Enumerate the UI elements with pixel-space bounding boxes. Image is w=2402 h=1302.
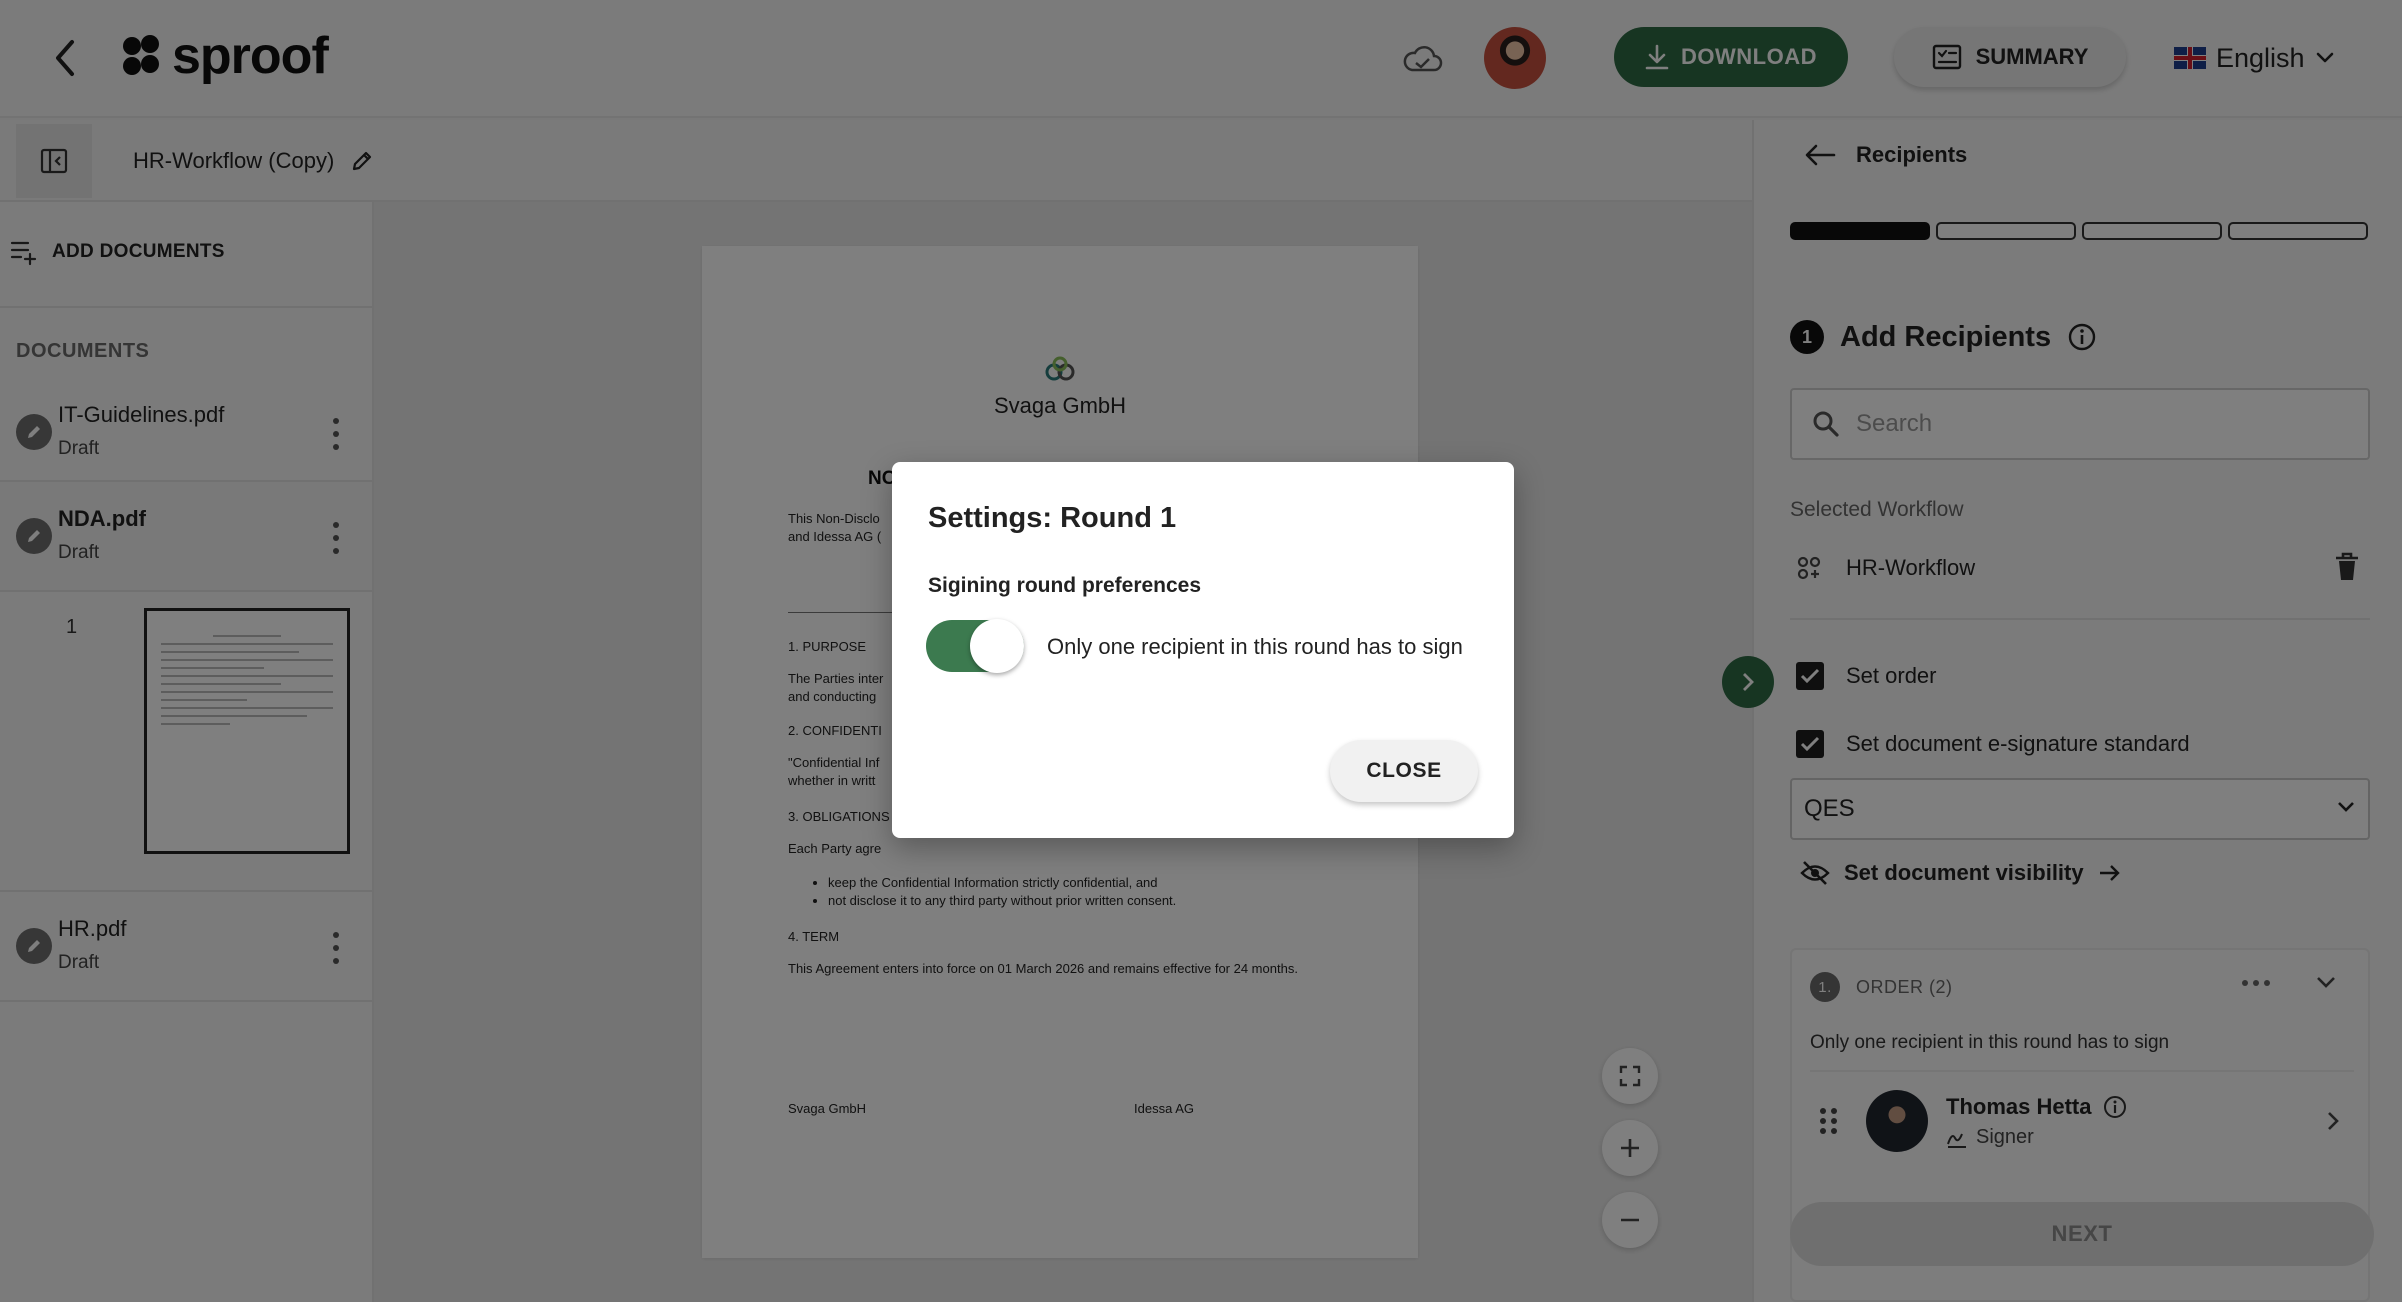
dialog-title: Settings: Round 1 <box>928 502 1177 534</box>
toggle-label: Only one recipient in this round has to … <box>1047 634 1463 659</box>
round-settings-dialog: Settings: Round 1 Sigining round prefere… <box>892 462 1514 838</box>
single-signer-toggle[interactable] <box>926 619 1024 673</box>
dialog-subtitle: Sigining round preferences <box>928 574 1202 597</box>
close-button[interactable]: CLOSE <box>1330 740 1478 802</box>
toggle-knob <box>970 619 1024 673</box>
